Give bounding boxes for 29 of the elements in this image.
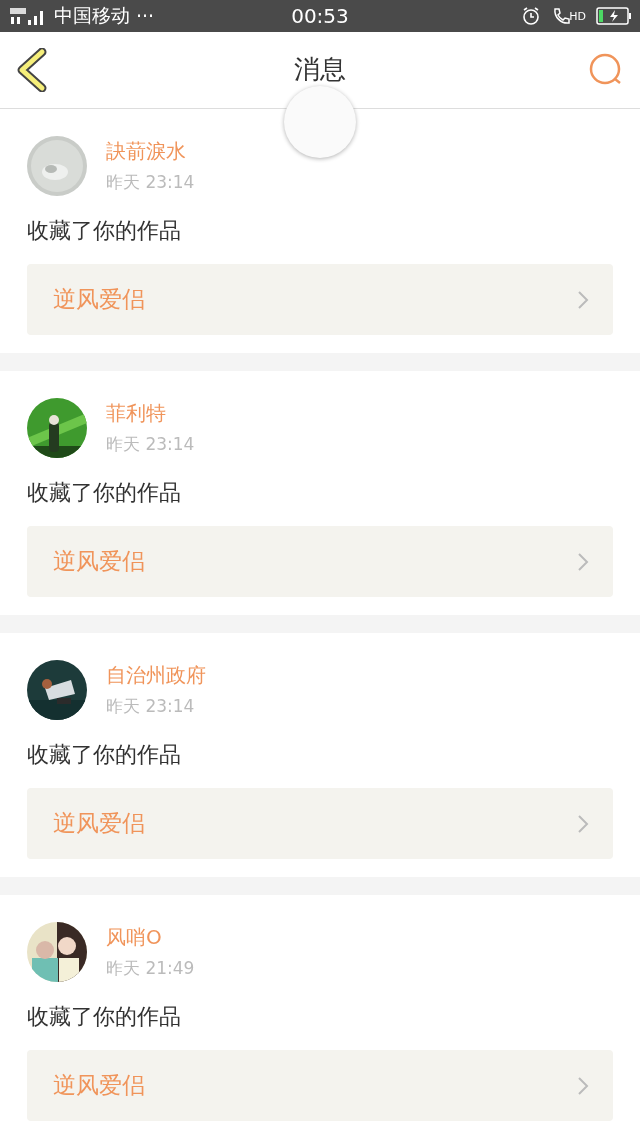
page-title: 消息 bbox=[294, 53, 346, 86]
activity-text: 收藏了你的作品 bbox=[27, 1003, 182, 1031]
phone-icon bbox=[551, 6, 572, 26]
work-link[interactable]: 逆风爱侣 bbox=[27, 264, 613, 335]
chevron-icon bbox=[577, 813, 589, 834]
battery-icon bbox=[596, 7, 632, 25]
chevron-icon bbox=[577, 289, 589, 310]
timestamp: 昨天 23:14 bbox=[106, 695, 196, 718]
user-name[interactable]: 自治州政府 bbox=[106, 662, 206, 689]
activity-text: 收藏了你的作品 bbox=[27, 479, 182, 507]
user-name[interactable]: 訣葥淚水 bbox=[106, 138, 195, 165]
activity-text: 收藏了你的作品 bbox=[27, 217, 182, 245]
chevron-icon bbox=[577, 551, 589, 572]
timestamp: 昨天 21:49 bbox=[106, 957, 195, 980]
timestamp: 昨天 23:14 bbox=[106, 171, 195, 194]
timestamp: 昨天 23:14 bbox=[106, 433, 195, 456]
more-notifications: ··· bbox=[136, 5, 155, 27]
alarm-icon bbox=[521, 6, 542, 26]
user-name[interactable]: 菲利特 bbox=[106, 400, 195, 427]
carrier-name: 中国移动 bbox=[54, 3, 130, 28]
work-link[interactable]: 逆风爱侣 bbox=[27, 788, 613, 859]
user-name[interactable]: 风哨O bbox=[106, 924, 195, 951]
hd-label: HD bbox=[569, 10, 586, 23]
chevron-icon bbox=[577, 1075, 589, 1096]
work-link[interactable]: 逆风爱侣 bbox=[27, 1050, 613, 1121]
back-icon[interactable] bbox=[16, 48, 48, 92]
work-link[interactable]: 逆风爱侣 bbox=[27, 526, 613, 597]
clock-time: 00:53 bbox=[291, 4, 349, 28]
activity-text: 收藏了你的作品 bbox=[27, 741, 182, 769]
